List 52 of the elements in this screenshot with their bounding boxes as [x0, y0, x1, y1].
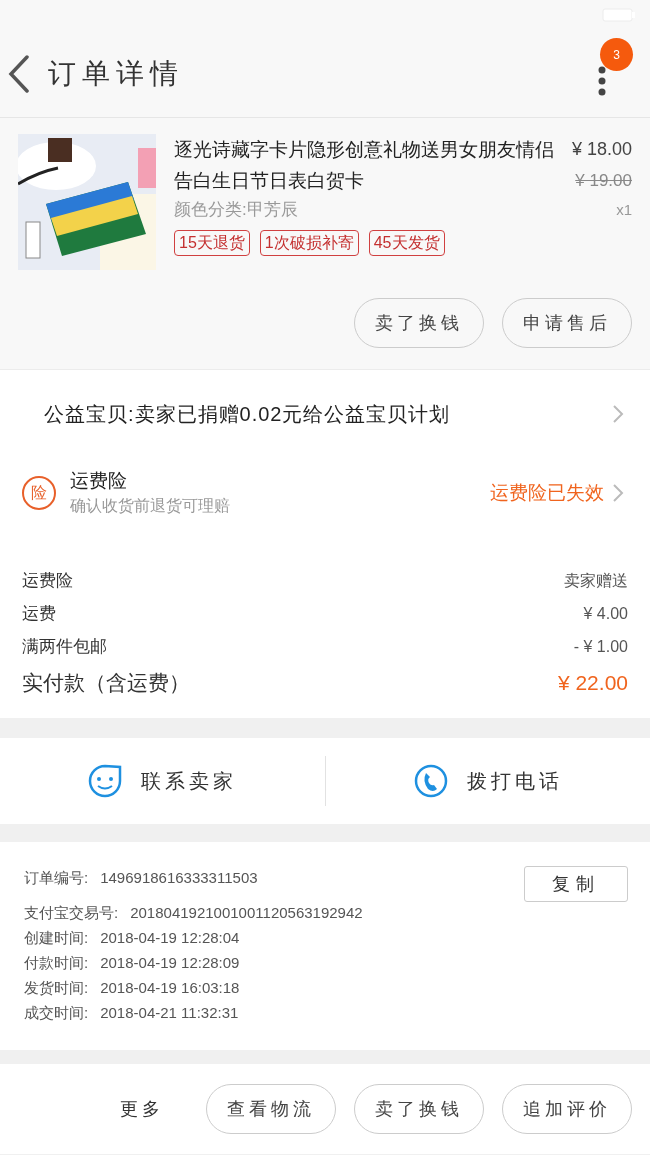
fee-label: 运费险: [22, 569, 73, 592]
page-title: 订单详情: [48, 56, 184, 91]
info-label: 订单编号:: [24, 868, 89, 889]
fee-value: ¥ 4.00: [583, 603, 628, 624]
phone-icon: [412, 763, 449, 799]
variant-text: 颜色分类:甲芳辰: [174, 199, 299, 221]
insurance-row[interactable]: 险 运费险 确认收货前退货可理赔 运费险已失效: [22, 458, 628, 528]
chevron-icon: [612, 404, 624, 424]
fee-label: 实付款（含运费）: [22, 670, 190, 697]
more-button[interactable]: 更多: [120, 1095, 164, 1123]
fee-value: 卖家赠送: [564, 570, 628, 591]
action-button[interactable]: 卖了换钱: [354, 298, 484, 348]
fee-label: 运费: [22, 602, 56, 625]
action-button[interactable]: 卖了换钱: [354, 1084, 484, 1134]
back-icon[interactable]: [8, 54, 30, 93]
insurance-subtitle: 确认收货前退货可理赔: [70, 496, 231, 516]
info-label: 支付宝交易号:: [24, 903, 119, 924]
info-label: 付款时间:: [24, 953, 89, 974]
original-price: ¥ 19.00: [575, 170, 632, 192]
info-value: 2018-04-19 16:03:18: [100, 978, 240, 999]
charity-text: 公益宝贝:卖家已捐赠0.02元给公益宝贝计划: [44, 402, 452, 427]
service-tag: 1次破损补寄: [259, 230, 359, 256]
chat-face-icon: [87, 763, 124, 799]
info-value: 1496918616333311503: [100, 868, 258, 889]
service-tag: 45天发货: [368, 230, 445, 256]
action-button[interactable]: 查看物流: [206, 1084, 336, 1134]
chevron-icon: [612, 483, 624, 503]
charity-row[interactable]: 公益宝贝:卖家已捐赠0.02元给公益宝贝计划: [22, 370, 628, 458]
insurance-title: 运费险: [70, 469, 128, 493]
fee-value: ¥ 22.00: [557, 670, 628, 697]
info-value: 2018-04-19 12:28:04: [100, 928, 240, 949]
insurance-status: 运费险已失效: [490, 480, 604, 505]
service-tag: 15天退货: [174, 230, 250, 256]
info-value: 2018-04-21 11:32:31: [100, 1003, 239, 1024]
product-price: ¥ 18.00: [571, 138, 632, 161]
notification-badge: 3: [600, 38, 633, 71]
fee-value: - ¥ 1.00: [573, 636, 628, 657]
info-value: 2018041921001001120563192942: [130, 903, 363, 924]
more-icon[interactable]: [598, 65, 606, 96]
product-title[interactable]: 逐光诗藏字卡片隐形创意礼物送男女朋友情侣告白生日节日表白贺卡: [174, 134, 562, 196]
action-button[interactable]: 申请售后: [502, 298, 632, 348]
info-label: 发货时间:: [24, 978, 89, 999]
info-value: 2018-04-19 12:28:09: [100, 953, 240, 974]
quantity: x1: [616, 200, 632, 220]
insurance-icon: 险: [22, 476, 56, 510]
info-label: 成交时间:: [24, 1003, 89, 1024]
fee-label: 满两件包邮: [22, 635, 107, 658]
contact-button[interactable]: 拨打电话: [325, 763, 650, 799]
info-label: 创建时间:: [24, 928, 89, 949]
contact-button[interactable]: 联系卖家: [0, 763, 325, 799]
copy-button[interactable]: 复制: [524, 866, 628, 902]
action-button[interactable]: 追加评价: [502, 1084, 632, 1134]
